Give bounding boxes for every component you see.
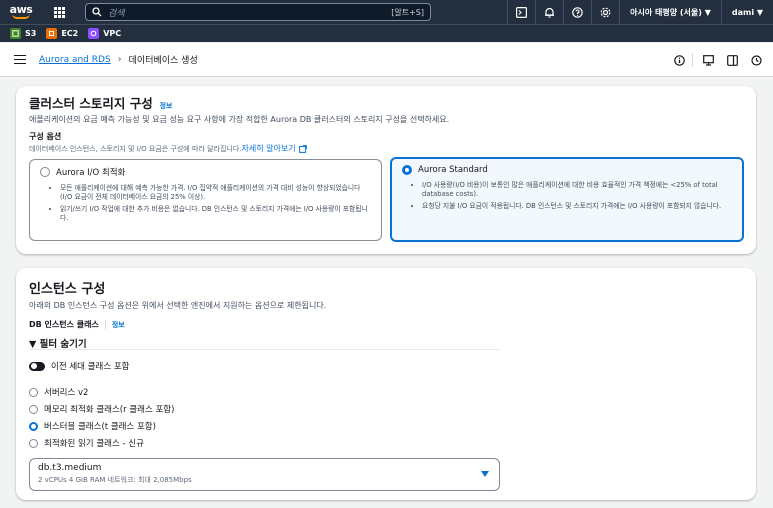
option-label: 서버리스 v2 [44, 388, 89, 398]
vpc-icon [88, 28, 100, 39]
aws-logo[interactable]: aws [4, 0, 38, 24]
breadcrumb-bar: Aurora and RDS › 데이터베이스 생성 [0, 43, 773, 77]
favorite-s3[interactable]: S3 [10, 28, 36, 39]
divider [29, 349, 500, 350]
favorite-label: VPC [103, 29, 122, 38]
toggle-label: 이전 세대 클래스 포함 [51, 362, 130, 372]
search-icon [92, 7, 102, 17]
select-detail: 2 vCPUs 4 GiB RAM 네트워크: 최대 2,085Mbps [38, 476, 192, 484]
radio-button[interactable] [29, 404, 38, 414]
info-link[interactable]: 정보 [112, 320, 125, 330]
search-placeholder: 검색 [108, 8, 125, 19]
favorite-label: EC2 [61, 29, 79, 38]
split-panel-button[interactable] [721, 49, 743, 71]
history-button[interactable] [745, 49, 767, 71]
class-option-burstable[interactable]: 버스터블 클래스(t 클래스 포함) [29, 420, 174, 432]
info-panel-button[interactable] [668, 49, 690, 71]
s3-icon [10, 28, 21, 39]
option-label: 최적화된 읽기 클래스 - 신규 [44, 439, 144, 449]
toggle-switch[interactable] [29, 361, 45, 371]
top-navigation: aws 검색 [알트+S] 아시아 태평양 (서울) ▼ dami ▼ [0, 0, 773, 24]
learn-more-link[interactable]: 자세히 알아보기 [242, 143, 296, 154]
class-option-serverless[interactable]: 서버리스 v2 [29, 386, 174, 398]
breadcrumb-current: 데이터베이스 생성 [128, 56, 198, 66]
tile-bullet: 모든 애플리케이션에 대해 예측 가능한 가격. I/O 집약적 애플리케이션의… [60, 184, 371, 202]
favorite-ec2[interactable]: EC2 [46, 28, 78, 39]
favorites-bar: S3 EC2 VPC [0, 24, 773, 42]
option-label: 버스터블 클래스(t 클래스 포함) [44, 422, 156, 432]
instance-config-panel: 인스턴스 구성 아래의 DB 인스턴스 구성 옵션은 위에서 선택한 엔진에서 … [16, 268, 756, 500]
help-icon [572, 6, 583, 18]
gear-icon [600, 7, 611, 17]
bell-icon [545, 7, 555, 18]
tile-bullet: I/O 사용량(I/O 비용)이 보통인 많은 애플리케이션에 대한 비용 효율… [422, 181, 732, 199]
feedback-button[interactable] [697, 49, 719, 71]
instance-class-select[interactable]: db.t3.medium 2 vCPUs 4 GiB RAM 네트워크: 최대 … [29, 458, 500, 491]
favorite-vpc[interactable]: VPC [88, 28, 121, 39]
class-option-optimized-reads[interactable]: 최적화된 읽기 클래스 - 신규 [29, 437, 174, 449]
services-menu-button[interactable] [48, 0, 70, 24]
user-menu[interactable]: dami ▼ [720, 0, 773, 24]
panel-icon [726, 54, 738, 66]
ec2-icon [46, 28, 58, 39]
region-selector[interactable]: 아시아 태평양 (서울) ▼ [619, 0, 721, 24]
tile-title: Aurora Standard [418, 165, 488, 175]
tile-title: Aurora I/O 최적화 [56, 168, 126, 178]
feedback-icon [702, 54, 714, 66]
aws-smile-icon [12, 14, 30, 19]
info-icon [673, 54, 685, 66]
aurora-io-optimized-tile[interactable]: Aurora I/O 최적화 모든 애플리케이션에 대해 예측 가능한 가격. … [29, 159, 382, 241]
divider [692, 53, 693, 67]
terminal-icon [516, 6, 528, 18]
chevron-right-icon: › [117, 54, 122, 65]
aurora-standard-tile[interactable]: Aurora Standard I/O 사용량(I/O 비용)이 보통인 많은 … [390, 157, 744, 242]
notifications-button[interactable] [535, 0, 563, 24]
divider [104, 320, 106, 329]
breadcrumb-parent-link[interactable]: Aurora and RDS [39, 55, 111, 65]
radio-button-selected[interactable] [29, 421, 38, 431]
search-input[interactable]: 검색 [알트+S] [85, 3, 431, 21]
radio-button[interactable] [29, 387, 38, 397]
class-option-memory-optimized[interactable]: 메모리 최적화 클래스(r 클래스 포함) [29, 403, 174, 415]
search-shortcut: [알트+S] [391, 7, 424, 17]
panel-description: 아래의 DB 인스턴스 구성 옵션은 위에서 선택한 엔진에서 지원하는 옵션으… [29, 301, 327, 310]
filter-toggle[interactable]: ▼ 필터 숨기기 [29, 336, 87, 350]
grid-icon [53, 6, 65, 18]
db-instance-class-label: DB 인스턴스 클래스 [29, 320, 99, 329]
options-sublabel: 데이터베이스 인스턴스, 스토리지 및 I/O 요금은 구성에 따라 달라집니다… [29, 144, 242, 153]
external-link-icon [298, 144, 307, 153]
select-value: db.t3.medium [38, 463, 102, 473]
clock-icon [750, 54, 762, 66]
options-label: 구성 옵션 [29, 132, 62, 141]
panel-description: 애플리케이션의 요금 예측 가능성 및 요금 성능 요구 사항에 가장 적합한 … [29, 115, 450, 124]
tile-bullet: 읽기/쓰기 I/O 작업에 대한 추가 비용은 없습니다. DB 인스턴스 및 … [60, 205, 371, 223]
storage-config-panel: 클러스터 스토리지 구성 정보 애플리케이션의 요금 예측 가능성 및 요금 성… [16, 86, 756, 254]
prev-gen-toggle-row[interactable]: 이전 세대 클래스 포함 [29, 360, 130, 372]
favorite-label: S3 [25, 29, 37, 38]
settings-button[interactable] [591, 0, 619, 24]
help-button[interactable] [563, 0, 591, 24]
tile-bullet: 요청당 지불 I/O 요금이 적용됩니다. DB 인스턴스 및 스토리지 가격에… [422, 202, 732, 211]
cloudshell-button[interactable] [507, 0, 535, 24]
info-link[interactable]: 정보 [160, 102, 173, 110]
panel-title: 인스턴스 구성 [29, 282, 106, 297]
option-label: 메모리 최적화 클래스(r 클래스 포함) [44, 405, 175, 415]
radio-button[interactable] [29, 438, 38, 448]
caret-down-icon [481, 471, 489, 477]
radio-button[interactable] [40, 167, 50, 177]
menu-icon[interactable] [14, 52, 26, 67]
radio-button-selected[interactable] [402, 165, 412, 175]
panel-title: 클러스터 스토리지 구성 [29, 96, 153, 111]
